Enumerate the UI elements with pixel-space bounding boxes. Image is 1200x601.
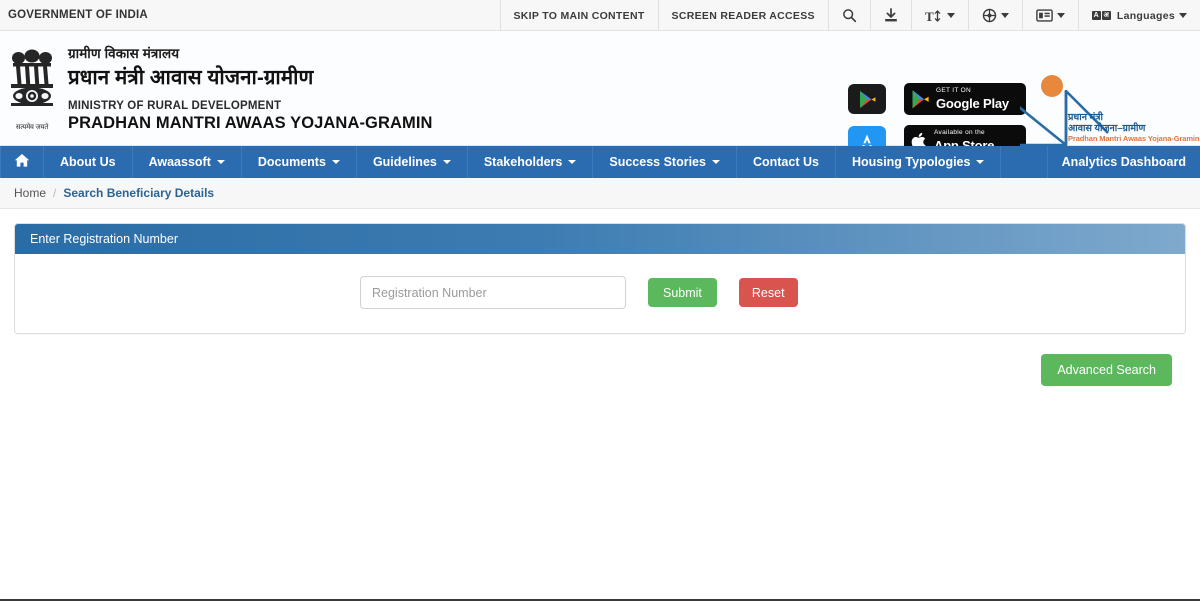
svg-text:T: T [925,9,934,23]
panel-header: Enter Registration Number [15,224,1185,254]
registration-form-row: Submit Reset [15,276,798,309]
panel-body: Submit Reset [15,254,1185,333]
registration-number-input[interactable] [360,276,626,309]
ashoka-emblem-icon [8,45,56,122]
main-content: Enter Registration Number Submit Reset A… [0,209,1200,386]
main-navigation: About Us Awaassoft Documents Guidelines … [0,146,1200,178]
breadcrumb: Home / Search Beneficiary Details [0,178,1200,209]
nav-item-documents[interactable]: Documents [242,146,357,178]
nav-item-about-us[interactable]: About Us [44,146,133,178]
pmayg-logo-line3: Pradhan Mantri Awaas Yojana-Gramin [1068,134,1200,144]
chevron-down-icon [946,13,955,18]
chevron-down-icon [1179,13,1187,18]
home-icon [14,153,30,171]
nav-label: Documents [257,155,326,169]
nav-label: Analytics Dashboard [1061,155,1186,169]
ministry-title-english: MINISTRY OF RURAL DEVELOPMENT [68,99,282,112]
nav-item-success-stories[interactable]: Success Stories [593,146,737,178]
download-button[interactable] [869,0,911,31]
chevron-down-icon [1056,13,1065,18]
download-icon [884,8,898,23]
pmayg-logo-text: प्रधान मंत्री आवास योजना–ग्रामीण Pradhan… [1068,112,1200,144]
text-size-icon: T [925,9,943,23]
google-play-big-label: Google Play [936,95,1009,111]
site-title-block: ग्रामीण विकास मंत्रालय प्रधान मंत्री आवा… [60,44,433,133]
search-button[interactable] [827,0,870,31]
search-icon [842,8,857,23]
nav-label: Awaassoft [148,155,211,169]
chevron-down-icon [442,160,451,164]
languages-selector[interactable]: Aअ Languages [1077,0,1200,31]
nav-item-housing-typologies[interactable]: Housing Typologies [836,146,1002,178]
nav-label: About Us [60,155,116,169]
scheme-title-english: PRADHAN MANTRI AWAAS YOJANA-GRAMIN [68,113,433,132]
nav-label: Guidelines [372,155,437,169]
text-size-button[interactable]: T [910,0,968,31]
site-masthead: सत्यमेव जयते ग्रामीण विकास मंत्रालय प्रध… [0,31,1200,157]
government-of-india-label: GOVERNMENT OF INDIA [8,9,148,21]
advanced-search-row: Advanced Search [14,334,1186,386]
emblem-block: सत्यमेव जयते [0,45,60,132]
advanced-search-button[interactable]: Advanced Search [1041,354,1172,386]
breadcrumb-current-page: Search Beneficiary Details [63,186,215,200]
top-utility-bar: GOVERNMENT OF INDIA SKIP TO MAIN CONTENT… [0,0,1200,31]
submit-button[interactable]: Submit [648,278,717,307]
reset-button[interactable]: Reset [738,278,798,307]
screen-reader-label: SCREEN READER ACCESS [671,9,815,22]
chevron-down-icon [568,160,577,164]
breadcrumb-separator: / [53,186,57,200]
nav-item-analytics-dashboard[interactable]: Analytics Dashboard [1046,146,1200,178]
screen-reader-access-link[interactable]: SCREEN READER ACCESS [657,0,828,31]
lang-glyph-a: A [1091,11,1101,20]
nav-label: Stakeholders [483,155,563,169]
nav-label: Success Stories [609,155,706,169]
top-utility-actions: SKIP TO MAIN CONTENT SCREEN READER ACCES… [499,0,1200,31]
emblem-caption: सत्यमेव जयते [15,123,49,131]
sitemap-button[interactable] [1021,0,1078,31]
pmayg-logo-line2: आवास योजना–ग्रामीण [1068,122,1146,134]
nav-item-stakeholders[interactable]: Stakeholders [468,146,594,178]
chevron-down-icon [1000,13,1009,18]
skip-link-label: SKIP TO MAIN CONTENT [513,9,645,22]
sitemap-icon [1036,9,1053,22]
breadcrumb-home-link[interactable]: Home [14,186,46,200]
nav-item-home[interactable] [0,146,44,178]
nav-label: Contact Us [752,155,819,169]
page-root: GOVERNMENT OF INDIA SKIP TO MAIN CONTENT… [0,0,1200,601]
google-play-badge[interactable]: GET IT ON Google Play [904,83,1026,115]
google-play-small-label: GET IT ON [936,87,971,95]
languages-label: Languages [1116,9,1175,22]
google-play-square-icon[interactable] [848,84,886,114]
nav-item-contact-us[interactable]: Contact Us [737,146,836,178]
chevron-down-icon [331,160,340,164]
chevron-down-icon [216,160,225,164]
google-play-text: GET IT ON Google Play [936,88,1009,110]
registration-search-panel: Enter Registration Number Submit Reset [14,223,1186,334]
nav-item-awaassoft[interactable]: Awaassoft [133,146,242,178]
nav-right-group: Analytics Dashboard [1046,146,1200,178]
language-icon: Aअ [1091,11,1111,20]
accessibility-contrast-button[interactable] [967,0,1022,31]
app-store-small-label: Available on the [934,129,985,137]
chevron-down-icon [711,160,720,164]
nav-item-guidelines[interactable]: Guidelines [357,146,468,178]
chevron-down-icon [976,160,985,164]
panel-title: Enter Registration Number [30,232,178,246]
ministry-title-hindi: ग्रामीण विकास मंत्रालय [68,45,180,61]
accessibility-contrast-icon [982,8,997,23]
lang-glyph-b: अ [1101,11,1111,20]
nav-label: Housing Typologies [851,155,971,169]
skip-to-main-content-link[interactable]: SKIP TO MAIN CONTENT [499,0,658,31]
scheme-title-hindi: प्रधान मंत्री आवास योजना-ग्रामीण [68,65,314,89]
